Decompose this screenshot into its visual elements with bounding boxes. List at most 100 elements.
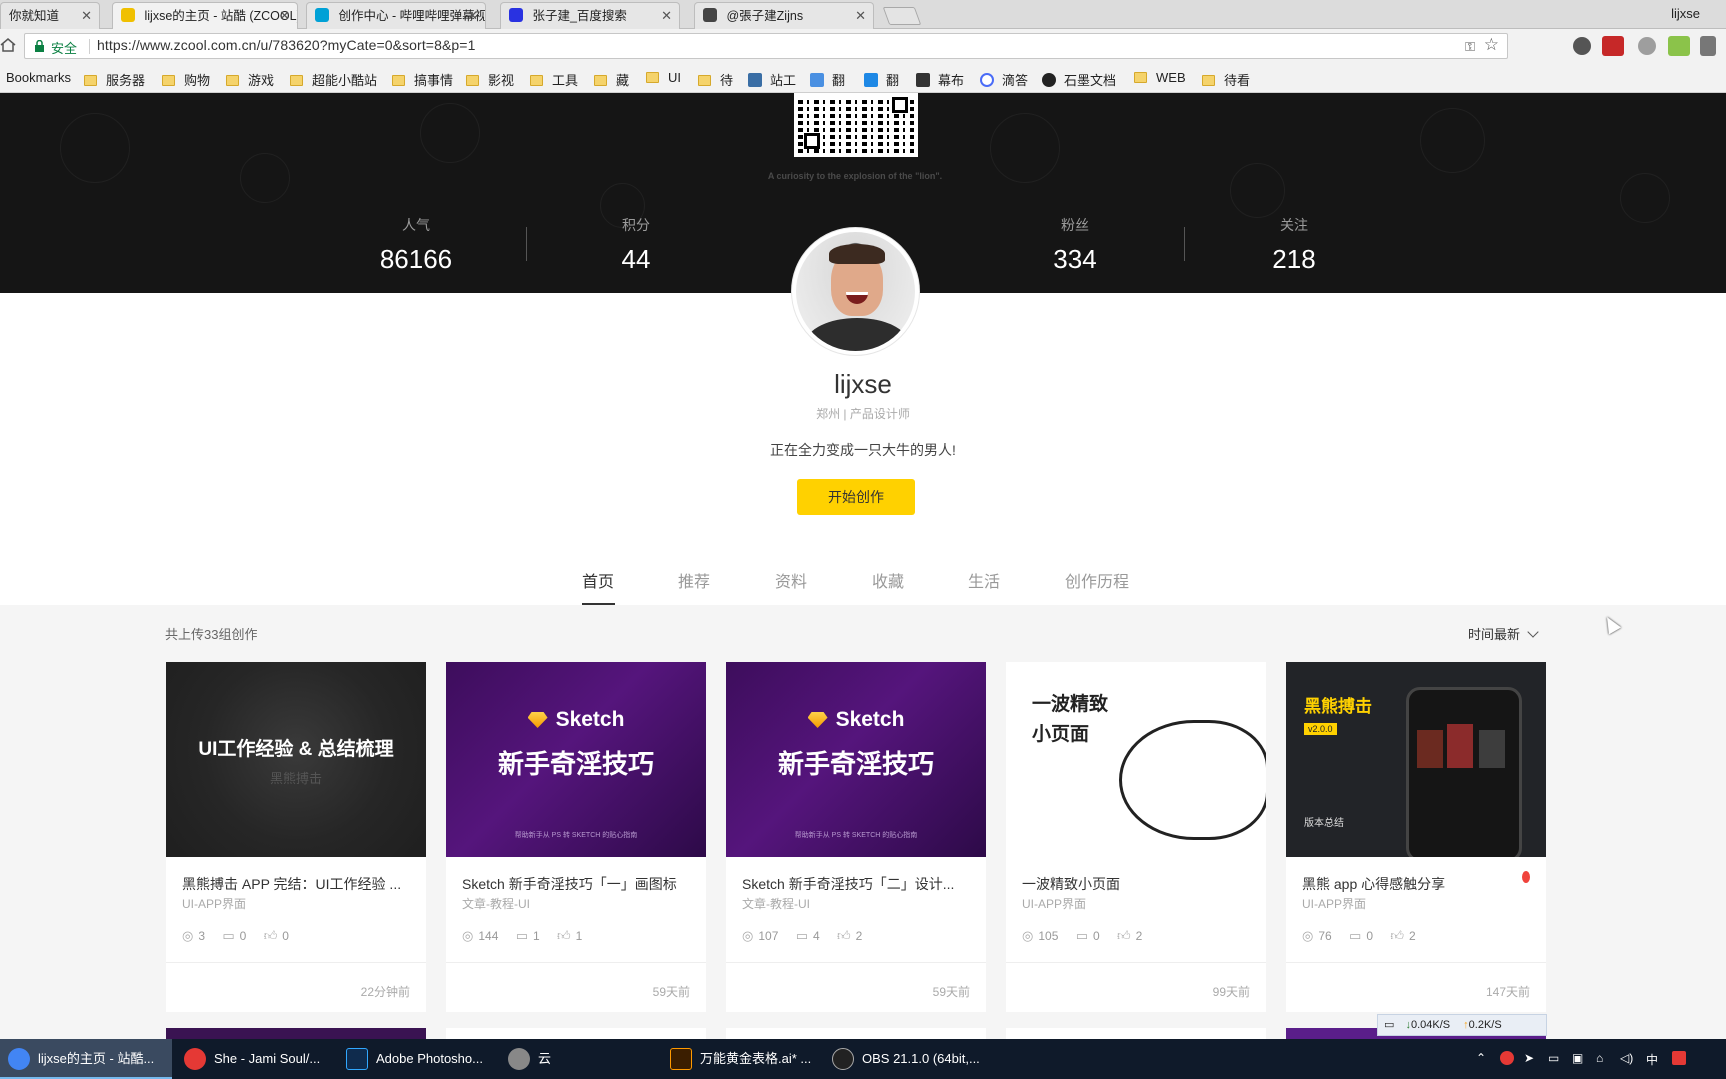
bookmark-folder[interactable]: UI	[646, 70, 681, 85]
taskbar-item-illustrator[interactable]: 万能黄金表格.ai* ...	[662, 1039, 822, 1079]
ime-indicator[interactable]: 中	[1646, 1051, 1658, 1068]
meme-face-image	[1119, 720, 1266, 840]
stat-followers[interactable]: 粉丝 334	[995, 215, 1155, 275]
close-icon[interactable]: ✕	[855, 3, 866, 29]
work-title[interactable]: Sketch 新手奇淫技巧「二」设计...	[742, 874, 972, 894]
work-category[interactable]: UI-APP界面	[1302, 895, 1366, 912]
tab-life[interactable]: 生活	[968, 568, 1000, 592]
bookmark-folder[interactable]: 待	[698, 70, 733, 89]
extension-icon[interactable]	[1573, 37, 1591, 55]
sort-dropdown[interactable]: 时间最新	[1468, 624, 1539, 643]
url-text[interactable]: https://www.zcool.com.cn/u/783620?myCate…	[97, 37, 475, 53]
tab-collections[interactable]: 收藏	[872, 568, 904, 592]
taskbar-item-chrome[interactable]: lijxse的主页 - 站酷...	[0, 1039, 172, 1079]
close-icon[interactable]: ✕	[81, 3, 92, 29]
browser-tab-5[interactable]: @張子建Zijns ✕	[694, 2, 874, 29]
stat-following[interactable]: 关注 218	[1214, 215, 1374, 275]
work-category[interactable]: UI-APP界面	[1022, 895, 1086, 912]
bookmark-folder[interactable]: 工具	[530, 70, 578, 89]
bookmark-site[interactable]: 滴答	[980, 70, 1028, 89]
start-creating-button[interactable]: 开始创作	[797, 479, 915, 515]
bookmark-folder[interactable]: 搞事情	[392, 70, 453, 89]
work-title[interactable]: 黑熊 app 心得感触分享	[1302, 874, 1532, 894]
tab-history[interactable]: 创作历程	[1065, 568, 1129, 592]
bookmark-folder[interactable]: WEB	[1134, 70, 1186, 85]
bookmark-folder[interactable]: 待看	[1202, 70, 1250, 89]
avatar[interactable]	[791, 227, 920, 356]
bookmark-site[interactable]: 翻	[810, 70, 845, 89]
bookmark-folder[interactable]: 游戏	[226, 70, 274, 89]
work-thumbnail[interactable]: 一波精致 小页面	[1006, 662, 1266, 857]
extension-icon[interactable]	[1700, 36, 1716, 56]
work-card[interactable]: Sketch 新手奇淫技巧 帮助新手从 PS 转 SKETCH 的贴心指南 Sk…	[446, 662, 706, 1012]
work-category[interactable]: 文章-教程-UI	[742, 895, 810, 912]
work-card-partial[interactable]	[726, 1028, 986, 1039]
tray-window-icon[interactable]: ▭	[1548, 1051, 1559, 1065]
taskbar-item-photoshop[interactable]: Adobe Photosho...	[338, 1039, 498, 1079]
taskbar-item-obs[interactable]: OBS 21.1.0 (64bit,...	[824, 1039, 984, 1079]
bookmark-folder[interactable]: 影视	[466, 70, 514, 89]
work-card[interactable]: Sketch 新手奇淫技巧 帮助新手从 PS 转 SKETCH 的贴心指南 Sk…	[726, 662, 986, 1012]
comment-count: 0	[239, 929, 247, 943]
browser-tab-4[interactable]: 张子建_百度搜索 ✕	[500, 2, 680, 29]
bookmark-folder[interactable]: 服务器	[84, 70, 145, 89]
folder-icon	[1202, 75, 1215, 86]
close-icon[interactable]: ✕	[279, 3, 290, 29]
browser-tab-3[interactable]: 创作中心 - 哔哩哔哩弹幕视频网 ✕	[306, 2, 486, 29]
work-card[interactable]: 一波精致 小页面 一波精致小页面 UI-APP界面 ◎ 105 ▭ 0 👍︎ 2 99…	[1006, 662, 1266, 1012]
tray-shield-icon[interactable]: ▣	[1572, 1051, 1583, 1065]
work-card[interactable]: UI工作经验 & 总结梳理 黑熊搏击 黑熊搏击 APP 完结：UI工作经验 ..…	[166, 662, 426, 1012]
volume-icon[interactable]: ◁)	[1620, 1051, 1633, 1065]
omnibox[interactable]: 安全 https://www.zcool.com.cn/u/783620?myC…	[24, 33, 1508, 59]
network-speed-widget[interactable]: ▭ ↓0.04K/S ↑0.2K/S	[1377, 1014, 1547, 1036]
work-title[interactable]: 黑熊搏击 APP 完结：UI工作经验 ...	[182, 874, 412, 894]
work-card-partial[interactable]	[446, 1028, 706, 1039]
network-icon[interactable]: ⌂	[1596, 1051, 1603, 1065]
sogou-ime-icon[interactable]	[1672, 1051, 1686, 1065]
tab-profile[interactable]: 资料	[775, 568, 807, 592]
like-count: 2	[1408, 929, 1416, 943]
bookmark-folder[interactable]: 藏	[594, 70, 629, 89]
work-thumbnail[interactable]: Sketch 新手奇淫技巧 帮助新手从 PS 转 SKETCH 的贴心指南	[726, 662, 986, 857]
tab-recommended[interactable]: 推荐	[678, 568, 710, 592]
browser-tab-1[interactable]: 你就知道 ✕	[0, 2, 100, 29]
taskbar-item-music[interactable]: She - Jami Soul/...	[176, 1039, 336, 1079]
extension-icon[interactable]	[1638, 37, 1656, 55]
work-card-partial[interactable]	[1006, 1028, 1266, 1039]
image-extension-icon[interactable]	[1668, 36, 1690, 56]
key-icon[interactable]: ⚿	[1465, 39, 1475, 55]
bookmark-site[interactable]: 站工	[748, 70, 796, 89]
gmail-extension-icon[interactable]	[1602, 36, 1624, 56]
bookmark-folder[interactable]: 超能小酷站	[290, 70, 377, 89]
close-icon[interactable]: ✕	[661, 3, 672, 29]
home-icon[interactable]	[0, 37, 16, 53]
tray-send-icon[interactable]: ➤	[1524, 1051, 1534, 1065]
taskbar-item-cloud[interactable]: 云	[500, 1039, 660, 1079]
new-tab-button[interactable]	[882, 7, 922, 25]
work-thumbnail[interactable]: Sketch 新手奇淫技巧 帮助新手从 PS 转 SKETCH 的贴心指南	[446, 662, 706, 857]
work-category[interactable]: 文章-教程-UI	[462, 895, 530, 912]
work-card[interactable]: 黑熊搏击 v2.0.0 版本总结 黑熊 app 心得感触分享 UI-APP界面 …	[1286, 662, 1546, 1012]
tray-app-icon[interactable]	[1500, 1051, 1514, 1065]
eye-icon: ◎	[742, 928, 754, 943]
work-thumbnail[interactable]: 黑熊搏击 v2.0.0 版本总结	[1286, 662, 1546, 857]
bookmark-star-icon[interactable]: ☆	[1484, 35, 1499, 55]
work-category[interactable]: UI-APP界面	[182, 895, 246, 912]
thumb-subtitle: 版本总结	[1304, 818, 1344, 829]
bookmark-site[interactable]: 石墨文档	[1042, 70, 1116, 89]
tray-expand-icon[interactable]: ⌃	[1476, 1051, 1486, 1065]
tab-home[interactable]: 首页	[582, 568, 614, 592]
work-title[interactable]: Sketch 新手奇淫技巧「一」画图标	[462, 874, 692, 894]
browser-tab-2[interactable]: lijxse的主页 - 站酷 (ZCOOL) ✕	[112, 2, 298, 30]
work-thumbnail[interactable]: UI工作经验 & 总结梳理 黑熊搏击	[166, 662, 426, 857]
illustrator-icon	[670, 1048, 692, 1070]
bookmark-site[interactable]: 翻	[864, 70, 899, 89]
close-icon[interactable]: ✕	[467, 3, 478, 29]
thumbs-up-icon: 👍︎	[557, 928, 571, 943]
browser-profile-name[interactable]: lijxse	[1671, 6, 1700, 21]
work-card-partial[interactable]	[166, 1028, 426, 1039]
bookmark-site[interactable]: 幕布	[916, 70, 964, 89]
work-title[interactable]: 一波精致小页面	[1022, 874, 1252, 894]
bookmark-folder[interactable]: 购物	[162, 70, 210, 89]
view-count: 3	[198, 929, 206, 943]
